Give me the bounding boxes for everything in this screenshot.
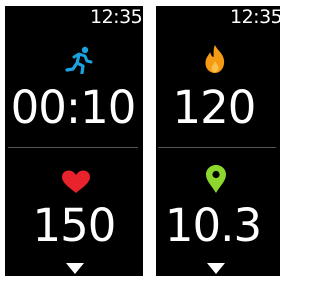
left-separator — [8, 147, 138, 148]
right-separator — [158, 147, 276, 148]
scroll-down-icon[interactable] — [207, 263, 225, 274]
clock-time-left: 12:35 — [90, 6, 143, 28]
calories-value: 120 — [172, 81, 257, 134]
flame-icon — [205, 45, 225, 73]
clock-time-right: 12:35 — [230, 6, 283, 28]
location-pin-icon — [206, 165, 226, 193]
heart-icon — [62, 170, 90, 193]
distance-value: 10.3 — [164, 199, 262, 252]
scroll-down-icon[interactable] — [66, 263, 84, 274]
elapsed-time-value: 00:10 — [10, 81, 137, 134]
heart-rate-value: 150 — [32, 199, 117, 252]
running-person-icon — [65, 46, 93, 74]
